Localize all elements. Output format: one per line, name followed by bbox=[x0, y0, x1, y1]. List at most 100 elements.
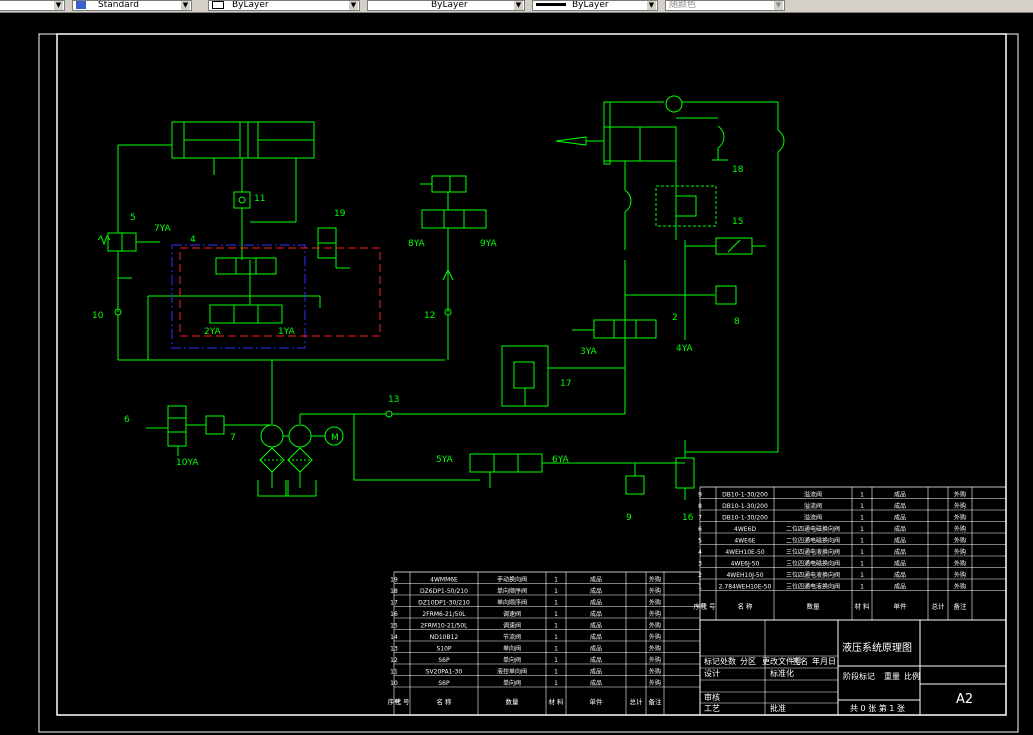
bom-cell-code: DB10-1-30/200 bbox=[722, 515, 768, 522]
bom-cell-qty: 1 bbox=[554, 577, 558, 584]
chevron-down-icon: ▼ bbox=[647, 1, 656, 10]
bom-cell-code: ND10B12 bbox=[430, 634, 459, 641]
plotstyle-select[interactable]: 随颜色 ▼ bbox=[665, 0, 785, 11]
bom-cell-mat: 成品 bbox=[590, 622, 602, 630]
directional-valve-6 bbox=[469, 453, 543, 473]
textstyle-select[interactable]: Standard ▼ bbox=[72, 0, 192, 11]
chevron-down-icon: ▼ bbox=[181, 1, 190, 10]
bom-cell-mat: 成品 bbox=[590, 587, 602, 595]
bom-cell-code: 4WMM6E bbox=[430, 577, 458, 584]
bom-cell-name: 单向阀 bbox=[503, 656, 521, 664]
bom-row: 16 2FRM6-21/50L 调速阀 1 成品 外购 bbox=[390, 610, 700, 619]
sheet-size: A2 bbox=[956, 692, 973, 707]
bom-cell-qty: 1 bbox=[554, 634, 558, 641]
label-2ya: 2YA bbox=[204, 327, 222, 337]
bom-header-cell: 单件 bbox=[590, 697, 604, 706]
bom-cell-code: DB10-1-30/200 bbox=[722, 503, 768, 510]
rev-header-date: 年月日 bbox=[812, 656, 836, 666]
bom-cell-code: 2FRM10-21/50L bbox=[420, 623, 468, 630]
bom-header-cell: 材 料 bbox=[548, 697, 564, 706]
bom-header-cell: 单件 bbox=[894, 601, 908, 610]
bom-cell-name: 单向顺序阀 bbox=[497, 587, 527, 595]
bom-cell-qty: 1 bbox=[554, 646, 558, 653]
bom-cell-qty: 1 bbox=[860, 584, 864, 591]
hydraulic-circuit bbox=[97, 95, 785, 500]
label-8: 8 bbox=[734, 317, 740, 327]
bom-cell-code: S6P bbox=[438, 680, 450, 687]
bom-cell-mat: 成品 bbox=[894, 491, 906, 499]
textstyle-value: Standard bbox=[98, 0, 139, 10]
lineweight-select[interactable]: ByLayer ▼ bbox=[532, 0, 658, 11]
drawing-title: 液压系统原理图 bbox=[842, 641, 912, 654]
plotstyle-value: 随颜色 bbox=[669, 0, 697, 10]
relief-valve-8 bbox=[715, 285, 737, 305]
bom-cell-note: 外购 bbox=[649, 679, 661, 687]
bom-cell-qty: 1 bbox=[554, 657, 558, 664]
rev-header-mark: 标记 bbox=[704, 656, 720, 666]
bom-cell-note: 外购 bbox=[954, 525, 966, 533]
lineweight-icon bbox=[536, 3, 566, 6]
bom-cell-name: 单向阀 bbox=[503, 645, 521, 653]
bom-cell-qty: 1 bbox=[554, 588, 558, 595]
bom-header-cell: 总计 bbox=[932, 601, 946, 610]
bom-cell-note: 外购 bbox=[649, 622, 661, 630]
bom-cell-code: 2FRM6-21/50L bbox=[422, 611, 466, 618]
bom-header-cell: 代 号 bbox=[394, 697, 410, 706]
rev-header-zone: 分区 bbox=[740, 657, 756, 666]
label-5: 5 bbox=[130, 213, 136, 223]
bom-cell-name: 溢流阀 bbox=[804, 502, 822, 510]
bom-cell-mat: 成品 bbox=[590, 668, 602, 676]
dimstyle-select[interactable]: ▼ bbox=[0, 0, 65, 11]
rev-header-sign: 签名 bbox=[792, 656, 808, 666]
bom-cell-note: 外购 bbox=[649, 610, 661, 618]
bom-cell-qty: 1 bbox=[860, 572, 864, 579]
bom-cell-code: 4WE6J-50 bbox=[731, 561, 760, 568]
bom-cell-code: S10P bbox=[436, 646, 451, 653]
bom-table-right: 9DB10-1-30/200溢流阀1成品外购8DB10-1-30/200溢流阀1… bbox=[694, 486, 1007, 621]
bom-cell-qty: 1 bbox=[860, 538, 864, 545]
label-8ya: 8YA bbox=[408, 239, 426, 249]
bom-cell-mat: 成品 bbox=[894, 537, 906, 545]
linetype-select[interactable]: ByLayer ▼ bbox=[367, 0, 525, 11]
bom-cell-mat: 成品 bbox=[590, 645, 602, 653]
component-labels: 11 5 7YA 4 19 10 2YA 1YA 8YA 9YA 12 6 7 … bbox=[92, 165, 744, 523]
bom-cell-name: 溢流阀 bbox=[804, 514, 822, 522]
bom-cell-code: 4WEH10E-50 bbox=[725, 549, 764, 556]
bom-cell-qty: 1 bbox=[860, 492, 864, 499]
pressure-gauge bbox=[665, 95, 683, 113]
bom-cell-code: 4WEH10J-50 bbox=[726, 572, 763, 579]
label-7ya: 7YA bbox=[154, 224, 172, 234]
bom-cell-mat: 成品 bbox=[894, 548, 906, 556]
pump-left bbox=[260, 424, 284, 448]
bom-cell-name: 三位四通电磁换向阀 bbox=[786, 560, 840, 568]
scale-label: 比例 bbox=[904, 671, 920, 681]
bom-cell-mat: 成品 bbox=[590, 656, 602, 664]
label-10ya: 10YA bbox=[176, 458, 199, 468]
bom-cell-qty: 1 bbox=[554, 611, 558, 618]
label-3ya: 3YA bbox=[580, 347, 598, 357]
label-2: 2 bbox=[672, 313, 678, 323]
bom-cell-code: DZ10DP1-30/210 bbox=[418, 600, 470, 607]
linetype-value: ByLayer bbox=[431, 0, 468, 10]
bom-cell-code: DB10-1-30/200 bbox=[722, 492, 768, 499]
label-7: 7 bbox=[230, 433, 236, 443]
bom-cell-note: 外购 bbox=[649, 645, 661, 653]
pilot-check-valve-11 bbox=[233, 191, 251, 209]
bom-header-cell: 数量 bbox=[807, 601, 821, 610]
label-4: 4 bbox=[190, 235, 196, 245]
cad-drawing-canvas[interactable]: 11 5 7YA 4 19 10 2YA 1YA 8YA 9YA 12 6 7 … bbox=[0, 12, 1033, 735]
bom-row: 18 DZ6DP1-50/210 单向顺序阀 1 成品 外购 bbox=[390, 587, 700, 596]
label-9: 9 bbox=[626, 513, 632, 523]
bom-cell-mat: 成品 bbox=[590, 599, 602, 607]
design-label: 设计 bbox=[704, 668, 720, 678]
bom-cell-note: 外购 bbox=[954, 491, 966, 499]
color-select[interactable]: ByLayer ▼ bbox=[208, 0, 360, 11]
color-swatch-icon bbox=[212, 1, 224, 9]
bom-header-cell: 材 料 bbox=[854, 601, 870, 610]
bom-header-cell: 数量 bbox=[506, 697, 520, 706]
bom-cell-mat: 成品 bbox=[894, 560, 906, 568]
bom-cell-qty: 1 bbox=[860, 515, 864, 522]
chevron-down-icon: ▼ bbox=[774, 1, 783, 10]
bom-header-cell: 名 称 bbox=[436, 697, 452, 706]
bom-cell-name: 三位四通电液换向阀 bbox=[786, 548, 840, 556]
